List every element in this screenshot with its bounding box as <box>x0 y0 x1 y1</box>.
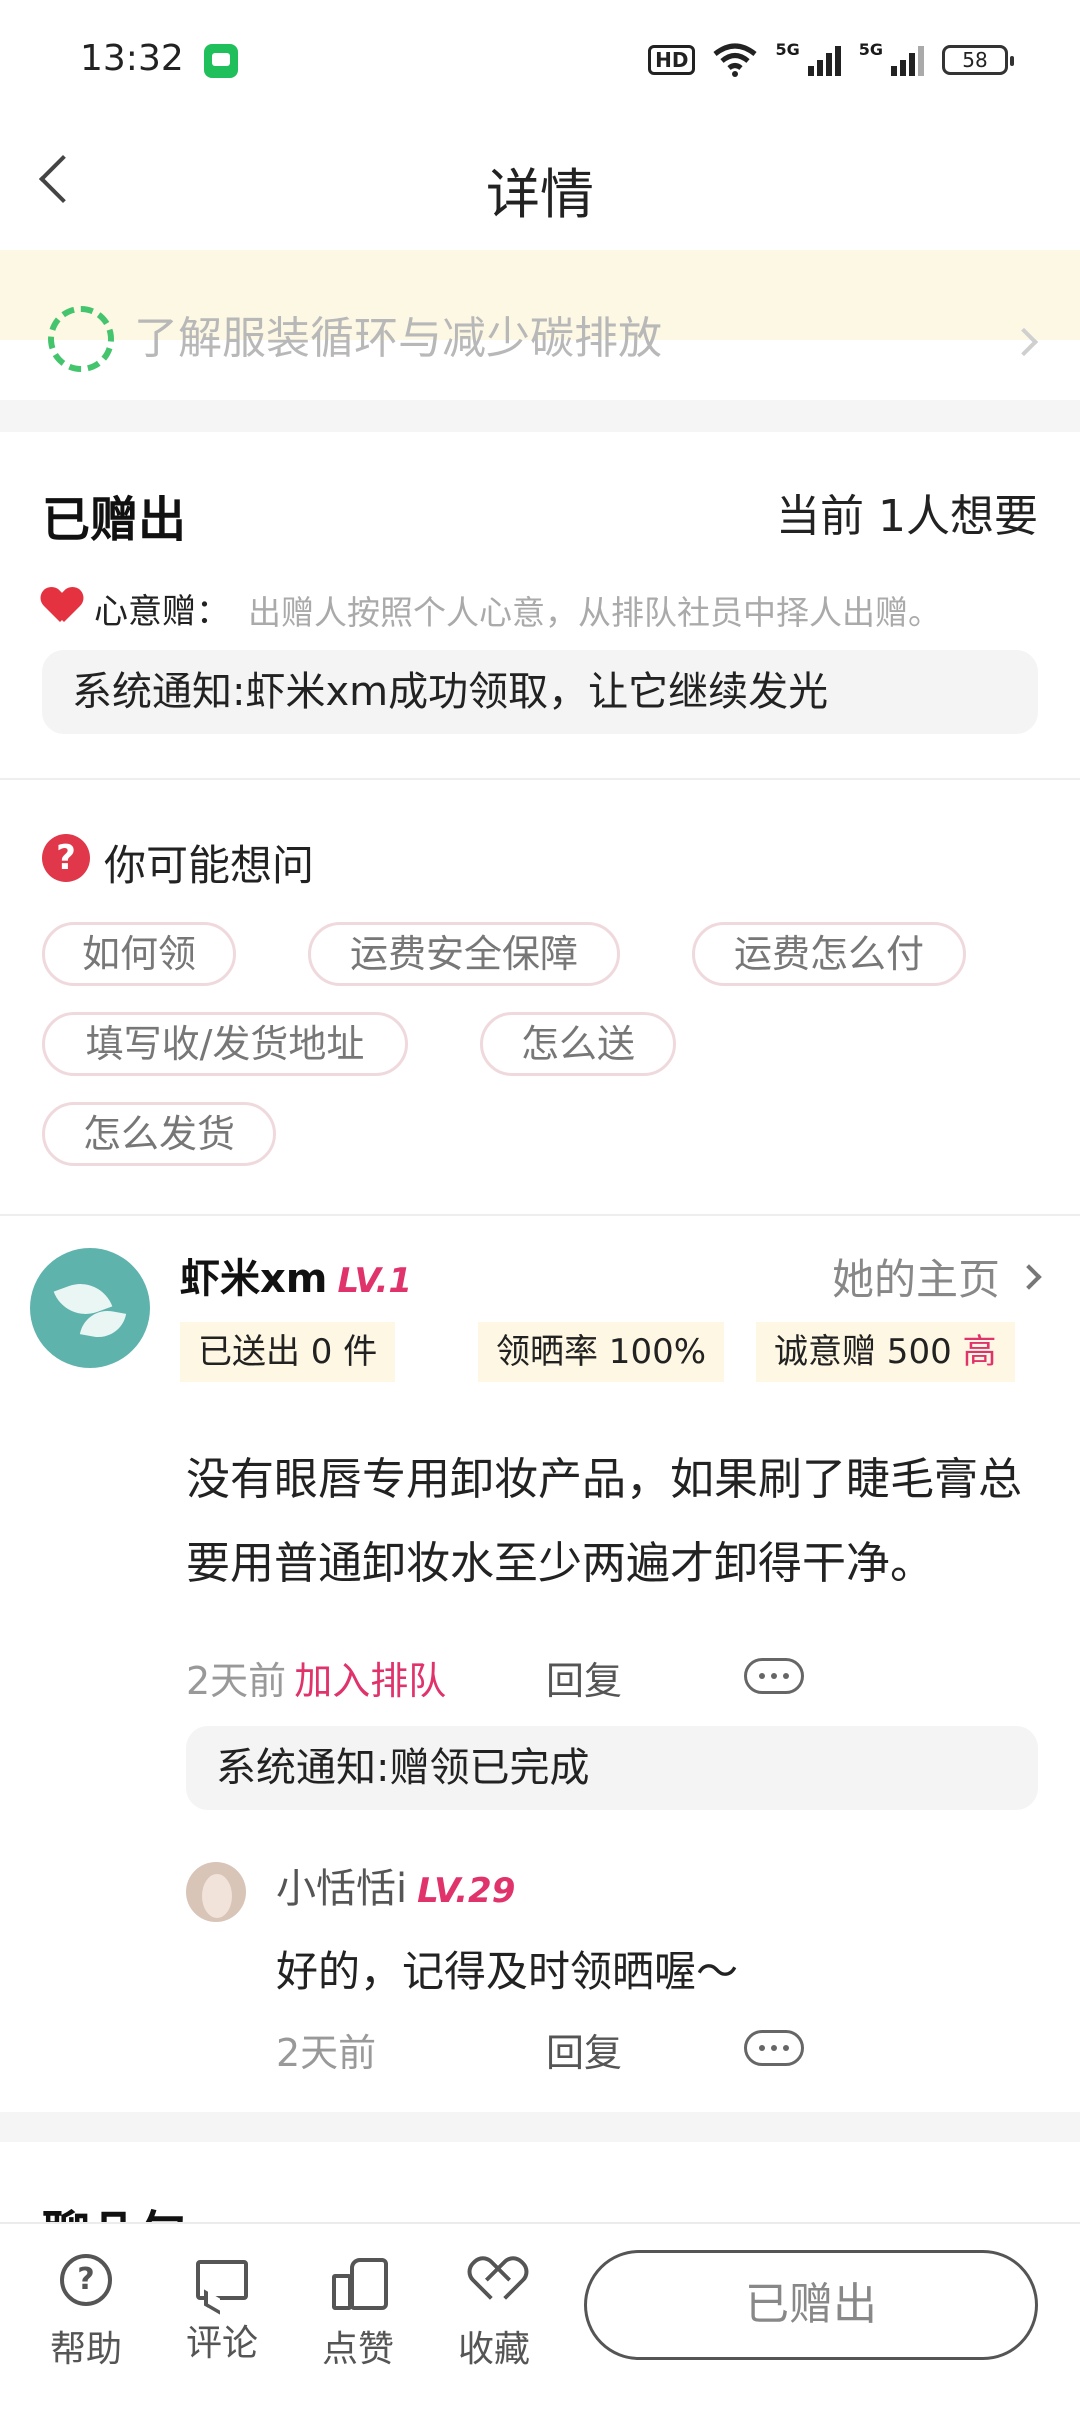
given-status-button[interactable]: 已赠出 <box>584 2250 1038 2360</box>
home-link[interactable]: 她的主页 <box>831 1246 1042 1307</box>
faq-chip[interactable]: 怎么送 <box>480 1012 676 1076</box>
faq-section: ? 你可能想问 如何领 运费安全保障 运费怎么付 填写收/发货地址 怎么送 怎么… <box>0 780 1080 1214</box>
avatar[interactable] <box>186 1862 246 1922</box>
system-notice: 系统通知:赠领已完成 <box>186 1726 1038 1810</box>
chat-section: 聊几句 <box>0 2132 1080 2222</box>
banner-text: 了解服装循环与减少碳排放 <box>134 313 662 364</box>
heart-icon <box>42 588 82 624</box>
sincerity-label: 诚意赠 500 <box>774 1332 952 1372</box>
help-button[interactable]: ? 帮助 <box>38 2254 134 2372</box>
intent-label: 心意赠： <box>94 592 230 632</box>
comment-meta: 2天前 加入排队 <box>186 1650 446 1705</box>
more-icon[interactable] <box>744 2030 804 2066</box>
wifi-icon <box>713 43 758 77</box>
status-time: 13:32 <box>80 38 184 79</box>
5g-label: 5G <box>775 40 800 59</box>
section-title: 聊几句 <box>42 2194 186 2222</box>
want-count: 当前 1人想要 <box>776 491 1038 542</box>
heart-outline-icon <box>468 2254 520 2306</box>
comment-label: 评论 <box>185 2323 258 2364</box>
reply-author-name: 小恬恬i <box>276 1866 408 1912</box>
like-button[interactable]: 点赞 <box>310 2254 406 2372</box>
favorite-button[interactable]: 收藏 <box>446 2254 542 2372</box>
sincerity-level: 高 <box>962 1332 997 1372</box>
comment-icon <box>196 2260 248 2300</box>
faq-chip[interactable]: 运费怎么付 <box>692 922 966 986</box>
faq-chip[interactable]: 运费安全保障 <box>308 922 620 986</box>
faq-title: 你可能想问 <box>104 841 315 890</box>
signal-icon <box>807 44 841 76</box>
reply-button[interactable]: 回复 <box>546 1650 622 1705</box>
section-divider <box>0 400 1080 432</box>
stat-sent: 已送出 0 件 <box>180 1322 396 1382</box>
comment-author[interactable]: 虾米xm LV.1 <box>180 1246 412 1304</box>
message-app-icon <box>204 44 238 78</box>
signal-icon-2 <box>891 44 924 76</box>
join-queue-button[interactable]: 加入排队 <box>294 1659 446 1703</box>
question-icon: ? <box>42 834 90 882</box>
status-section: 已赠出 当前 1人想要 心意赠： 出赠人按照个人心意，从排队社员中择人出赠。 系… <box>0 432 1080 778</box>
level-badge: LV.1 <box>337 1261 413 1301</box>
author-name: 虾米xm <box>180 1256 328 1302</box>
chevron-right-icon <box>1016 1263 1042 1290</box>
faq-chip[interactable]: 填写收/发货地址 <box>42 1012 408 1076</box>
avatar[interactable] <box>30 1248 150 1368</box>
help-icon: ? <box>60 2254 112 2306</box>
thumbs-up-icon <box>332 2254 388 2310</box>
bottom-action-bar: ? 帮助 评论 点赞 收藏 已赠出 <box>0 2222 1080 2412</box>
home-link-label: 她的主页 <box>831 1255 1000 1304</box>
like-label: 点赞 <box>321 2329 394 2370</box>
intent-description: 出赠人按照个人心意，从排队社员中择人出赠。 <box>248 593 941 632</box>
stat-sincerity: 诚意赠 500 高 <box>756 1322 1015 1382</box>
reply-time: 2天前 <box>276 2031 377 2075</box>
carbon-banner[interactable]: 了解服装循环与减少碳排放 <box>0 250 1080 400</box>
favorite-label: 收藏 <box>457 2329 530 2370</box>
5g-label-2: 5G <box>858 40 883 59</box>
comment-button[interactable]: 评论 <box>174 2254 270 2366</box>
page-header: 详情 <box>0 120 1080 250</box>
comment-time: 2天前 <box>186 1659 287 1703</box>
battery-icon: 58 <box>942 45 1014 75</box>
more-icon[interactable] <box>744 1658 804 1694</box>
faq-chip[interactable]: 怎么发货 <box>42 1102 276 1166</box>
hd-icon: HD <box>648 45 696 75</box>
reply-button[interactable]: 回复 <box>546 2022 622 2077</box>
stat-share-rate: 领晒率 100% <box>478 1322 725 1382</box>
comment-body: 没有眼唇专用卸妆产品，如果刷了睫毛膏总要用普通卸妆水至少两遍才卸得干净。 <box>186 1454 1022 1589</box>
faq-chip[interactable]: 如何领 <box>42 922 236 986</box>
reply-body: 好的，记得及时领晒喔～ <box>276 1947 739 1996</box>
recycle-icon <box>48 306 114 372</box>
status-indicators: HD 5G 5G 58 <box>648 40 1014 80</box>
level-badge: LV.29 <box>417 1871 516 1911</box>
comment-section: 虾米xm LV.1 她的主页 已送出 0 件 领晒率 100% 诚意赠 500 高… <box>0 1216 1080 2112</box>
reply-author[interactable]: 小恬恬i LV.29 <box>276 1856 515 1914</box>
status-bar: 13:32 HD 5G 5G 58 <box>0 0 1080 120</box>
status-title: 已赠出 <box>42 492 187 548</box>
page-title: 详情 <box>486 163 594 226</box>
help-label: 帮助 <box>49 2329 122 2370</box>
system-notice: 系统通知:虾米xm成功领取，让它继续发光 <box>42 650 1038 734</box>
